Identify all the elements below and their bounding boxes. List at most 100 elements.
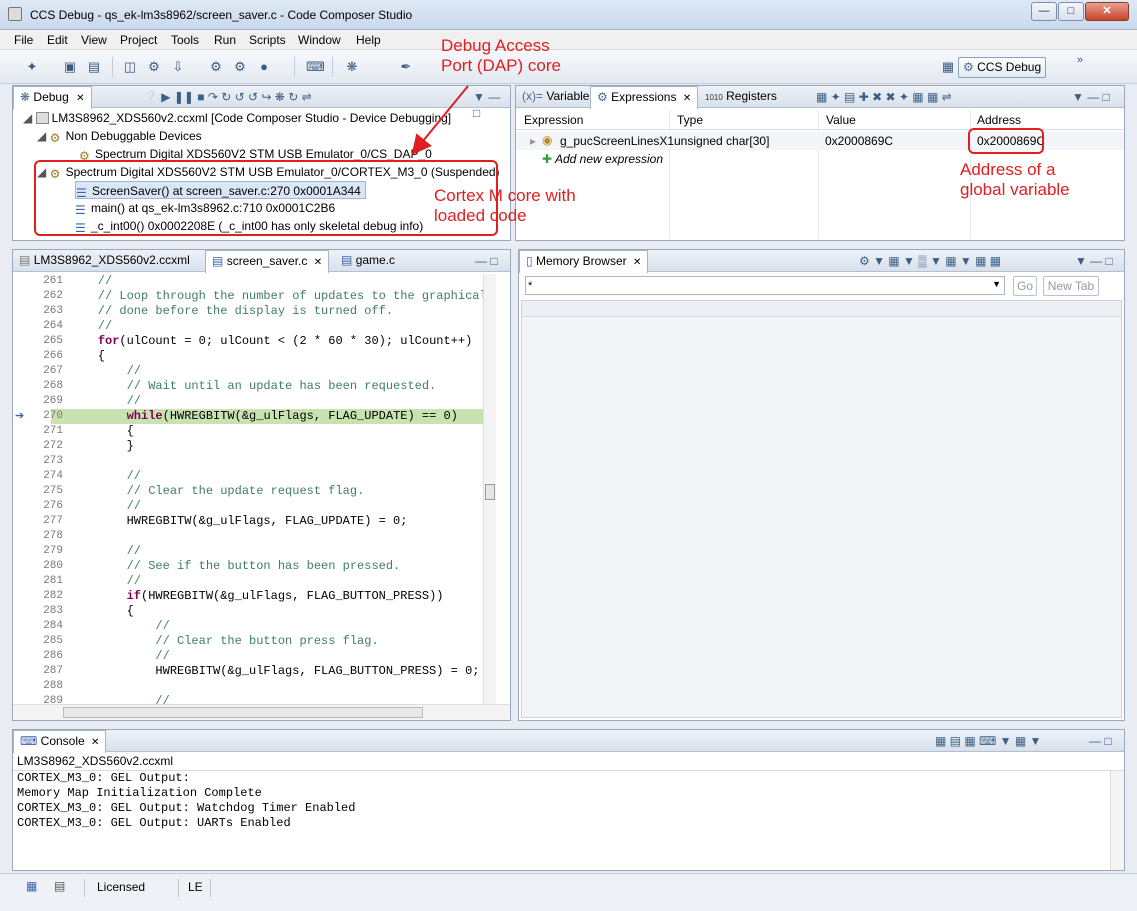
tab-variables[interactable]: (x)= Variables [516,86,601,108]
tree-item-ccxml[interactable]: ◢ LM3S8962_XDS560v2.ccxml [Code Composer… [23,109,451,127]
code-area[interactable]: 261 //262 // Loop through the number of … [13,274,483,704]
memory-toolbar-icons[interactable]: ⚙ ▼ ▦ ▼ ▒ ▼ ▦ ▼ ▦ ▦ [859,253,1001,269]
tree-item-non-debuggable[interactable]: ◢ ⚙ Non Debuggable Devices [37,127,202,145]
view-menu-icon[interactable]: — □ [475,253,498,269]
close-icon[interactable]: ✕ [633,257,641,268]
console-output[interactable]: CORTEX_M3_0: GEL Output: Memory Map Init… [17,771,355,831]
annotation-cortex: Cortex M core with loaded code [434,186,576,225]
perspective-ccs-debug[interactable]: ⚙ CCS Debug [958,57,1046,78]
console-scrollbar[interactable] [1110,771,1124,870]
view-menu-icon[interactable]: ▼ — □ [473,89,510,121]
expressions-icon: ⚙ [597,90,608,104]
save-icon[interactable]: ▣ [62,59,78,75]
main-toolbar: ✦ ▣ ▤ ◫ ⚙ ⇩ ⚙ ⚙ ● ⌨ ❋ ✒ ▦ ⚙ CCS Debug » [0,50,1137,84]
code-line: 269 // [13,394,483,409]
fast-view-icon[interactable]: ▦ [26,879,37,893]
code-text: // Wait until an update has been request… [69,379,437,393]
line-number: 277 [43,515,63,527]
menu-file[interactable]: File [14,33,33,47]
chevron-more-icon[interactable]: » [1072,52,1088,68]
line-number: 272 [43,440,63,452]
close-icon[interactable]: ✕ [91,737,99,748]
close-icon[interactable]: ✕ [314,257,322,268]
devices-icon: ⚙ [49,131,61,145]
code-text: // [69,364,142,378]
debug-bug-icon: ❋ [20,90,31,104]
load-icon[interactable]: ⇩ [170,59,186,75]
tab-expressions[interactable]: ⚙ Expressions ✕ [590,86,699,109]
debug-view-icon[interactable]: ◫ [122,59,138,75]
vertical-scrollbar[interactable] [483,274,496,704]
view-menu-icon[interactable]: ▼ — □ [1075,253,1113,269]
debug-toolbar-icons[interactable]: ❔ ▶ ❚❚ ■ ↷ ↻ ↺ ↺ ↪ ❋ ↻ ⇌ [143,89,312,105]
status-bar: ▦ ▤ Licensed LE [0,873,1137,911]
minimize-button[interactable]: — [1031,2,1057,21]
line-number: 275 [43,485,63,497]
tab-console[interactable]: ⌨ Console ✕ [13,730,107,753]
view-menu-icon[interactable]: — □ [1089,733,1112,749]
tab-screen-saver-c[interactable]: ▤ screen_saver.c ✕ [205,250,330,273]
save-all-icon[interactable]: ▤ [86,59,102,75]
line-number: 282 [43,590,63,602]
line-number: 283 [43,605,63,617]
line-number: 281 [43,575,63,587]
chevron-down-icon[interactable]: ▼ [992,279,1001,289]
menu-window[interactable]: Window [298,33,341,47]
code-text: HWREGBITW(&g_ulFlags, FLAG_BUTTON_PRESS)… [69,664,480,678]
memory-status-icon[interactable]: ▤ [54,879,65,893]
code-text: // [69,694,170,704]
new-tab-button[interactable]: New Tab [1043,276,1099,296]
menu-edit[interactable]: Edit [47,33,68,47]
menu-run[interactable]: Run [214,33,236,47]
tab-registers[interactable]: 1010 Registers [699,86,783,108]
tab-game-c[interactable]: ▤ game.c [335,250,401,272]
col-address[interactable]: Address [977,113,1021,127]
add-new-expression[interactable]: ✚ Add new expression [542,152,663,166]
debug-bug-icon[interactable]: ❋ [344,59,360,75]
col-expression[interactable]: Expression [524,113,583,127]
connect-icon[interactable]: ⚙ [146,59,162,75]
menu-help[interactable]: Help [356,33,381,47]
col-value[interactable]: Value [826,113,856,127]
view-menu-icon[interactable]: ▼ — □ [1072,89,1110,105]
add-icon: ✚ [542,152,553,166]
maximize-button[interactable]: □ [1058,2,1084,21]
c-file-icon: ▤ [341,253,353,267]
close-icon[interactable]: ✕ [76,93,84,104]
go-button[interactable]: Go [1013,276,1037,296]
memory-address-input[interactable]: * ▼ [525,276,1005,295]
menu-view[interactable]: View [81,33,107,47]
title-bar: CCS Debug - qs_ek-lm3s8962/screen_saver.… [0,0,1137,30]
code-keyword: if [126,589,142,603]
col-type[interactable]: Type [677,113,703,127]
code-line: 267 // [13,364,483,379]
menu-scripts[interactable]: Scripts [249,33,286,47]
expressions-toolbar-icons[interactable]: ▦ ✦ ▤ ✚ ✖ ✖ ✦ ▦ ▦ ⇌ [816,89,952,105]
tools-icon[interactable]: ✒ [398,59,414,75]
close-icon[interactable]: ✕ [683,93,691,104]
menu-tools[interactable]: Tools [171,33,199,47]
new-icon[interactable]: ✦ [24,59,40,75]
horizontal-scrollbar[interactable] [13,704,510,720]
code-line: 265 for(ulCount = 0; ulCount < (2 * 60 *… [13,334,483,349]
open-perspective-icon[interactable]: ▦ [940,59,956,75]
tab-debug[interactable]: ❋ Debug ✕ [13,86,92,109]
close-button[interactable]: ✕ [1085,2,1129,21]
code-text: // [69,544,142,558]
build-icon[interactable]: ● [256,59,272,75]
code-text: // [69,394,142,408]
terminate-icon[interactable]: ⚙ [232,59,248,75]
memory-content-area[interactable] [521,300,1122,718]
menu-project[interactable]: Project [120,33,157,47]
code-line: 271 { [13,424,483,439]
code-line: 268 // Wait until an update has been req… [13,379,483,394]
line-number: 288 [43,680,63,692]
disconnect-icon[interactable]: ⚙ [208,59,224,75]
tab-memory-browser[interactable]: ▯ Memory Browser ✕ [519,250,649,273]
console-toolbar-icons[interactable]: ▦ ▤ ▦ ⌨ ▼ ▦ ▼ [935,733,1041,749]
code-line: 270 while(HWREGBITW(&g_ulFlags, FLAG_UPD… [13,409,483,424]
console-icon[interactable]: ⌨ [306,59,325,75]
app-icon [8,7,22,21]
code-line: 275 // Clear the update request flag. [13,484,483,499]
tab-ccxml[interactable]: ▤ LM3S8962_XDS560v2.ccxml [13,250,196,272]
